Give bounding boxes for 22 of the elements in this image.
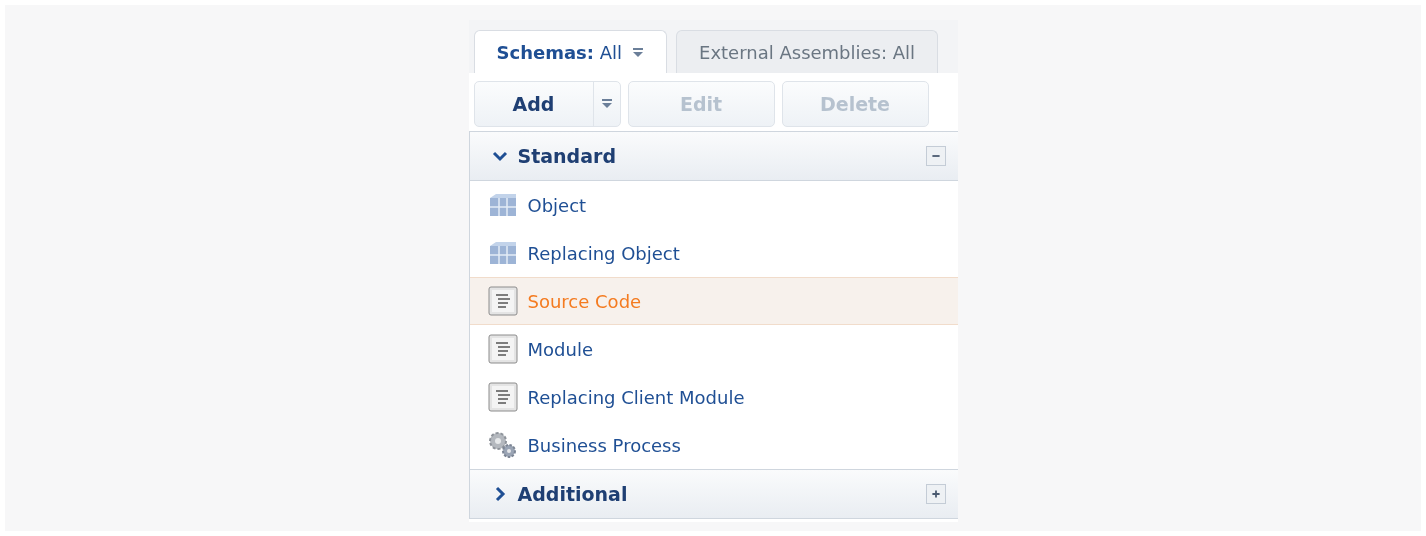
dropdown-icon — [632, 47, 645, 58]
group-header[interactable]: Additional — [468, 469, 958, 519]
list-item[interactable]: Business Process — [469, 421, 958, 469]
expand-icon[interactable] — [925, 484, 946, 504]
document-icon — [487, 334, 518, 364]
group-title: Standard — [517, 145, 617, 167]
dropdown-icon — [600, 99, 613, 109]
gears-icon — [487, 431, 518, 459]
cube-icon — [487, 240, 518, 266]
collapse-icon[interactable] — [925, 146, 946, 166]
list-item[interactable]: Object — [469, 181, 958, 229]
list-item[interactable]: Module — [469, 325, 958, 373]
tab[interactable]: External Assemblies: All — [676, 30, 939, 73]
tab[interactable]: Schemas: All — [473, 30, 668, 74]
group-header[interactable]: Standard — [468, 131, 958, 181]
cube-icon — [487, 192, 518, 218]
group-title: Additional — [517, 483, 629, 505]
document-icon — [487, 286, 518, 316]
list-item[interactable]: Replacing Client Module — [469, 373, 958, 421]
list-item[interactable]: Replacing Object — [469, 229, 958, 277]
split-button[interactable]: Add — [473, 81, 621, 127]
document-icon — [487, 382, 518, 412]
